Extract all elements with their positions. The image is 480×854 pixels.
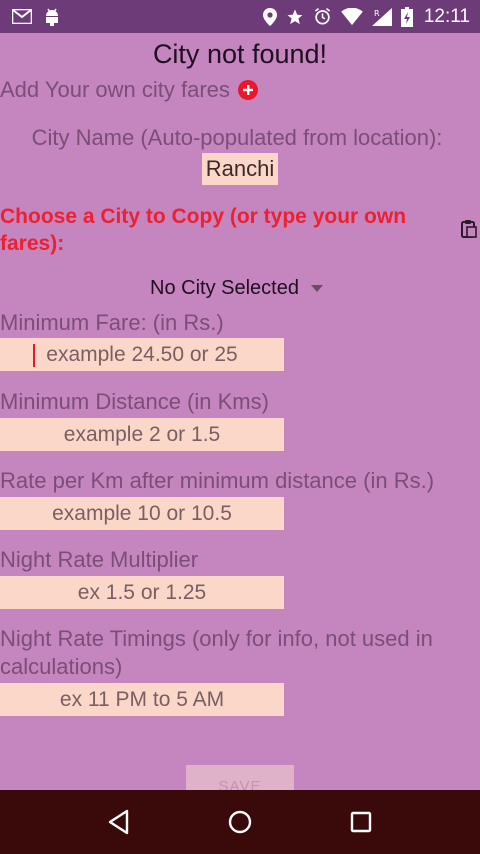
rate-per-km-label: Rate per Km after minimum distance (in R…	[0, 468, 435, 493]
paste-icon[interactable]	[460, 219, 478, 243]
text-cursor	[33, 344, 35, 367]
home-icon[interactable]	[220, 802, 260, 842]
alarm-icon	[313, 7, 332, 26]
spinner-value: No City Selected	[150, 277, 299, 299]
dropdown-arrow-icon	[310, 285, 323, 292]
navigation-bar	[0, 790, 480, 854]
minimum-fare-input[interactable]: example 24.50 or 25	[0, 338, 284, 371]
battery-icon	[400, 6, 413, 27]
status-right: R 12:11	[262, 5, 470, 28]
android-icon	[44, 8, 60, 26]
status-bar: R 12:11	[0, 0, 480, 33]
main-content: City not found! Add Your own city fares …	[0, 33, 480, 805]
signal-icon: R	[371, 7, 392, 26]
add-city-row[interactable]: Add Your own city fares	[0, 77, 258, 103]
back-icon[interactable]	[99, 802, 139, 842]
minimum-distance-input[interactable]: example 2 or 1.5	[0, 418, 284, 451]
add-city-label: Add Your own city fares	[0, 77, 230, 102]
location-icon	[262, 7, 277, 26]
minimum-fare-label: Minimum Fare: (in Rs.)	[0, 310, 224, 335]
city-name-label: City Name (Auto-populated from location)…	[31, 125, 443, 150]
recents-icon[interactable]	[341, 802, 381, 842]
night-rate-timings-input[interactable]: ex 11 PM to 5 AM	[0, 683, 284, 716]
night-rate-multiplier-input[interactable]: ex 1.5 or 1.25	[0, 576, 284, 609]
svg-text:R: R	[374, 9, 380, 18]
page-title: City not found!	[152, 39, 328, 69]
copy-city-label: Choose a City to Copy (or type your own …	[0, 205, 407, 255]
gmail-icon	[12, 9, 32, 24]
city-name-field[interactable]: Ranchi	[202, 153, 278, 185]
rate-per-km-input[interactable]: example 10 or 10.5	[0, 497, 284, 530]
minimum-distance-label: Minimum Distance (in Kms)	[0, 389, 269, 414]
status-clock: 12:11	[423, 5, 470, 27]
city-spinner[interactable]: No City Selected	[150, 277, 323, 300]
status-left	[12, 8, 60, 26]
wifi-icon	[341, 7, 363, 26]
star-icon	[286, 8, 304, 26]
night-rate-timings-label: Night Rate Timings (only for info, not u…	[0, 626, 433, 679]
add-circle-icon[interactable]	[237, 80, 258, 100]
night-rate-multiplier-label: Night Rate Multiplier	[0, 547, 199, 572]
